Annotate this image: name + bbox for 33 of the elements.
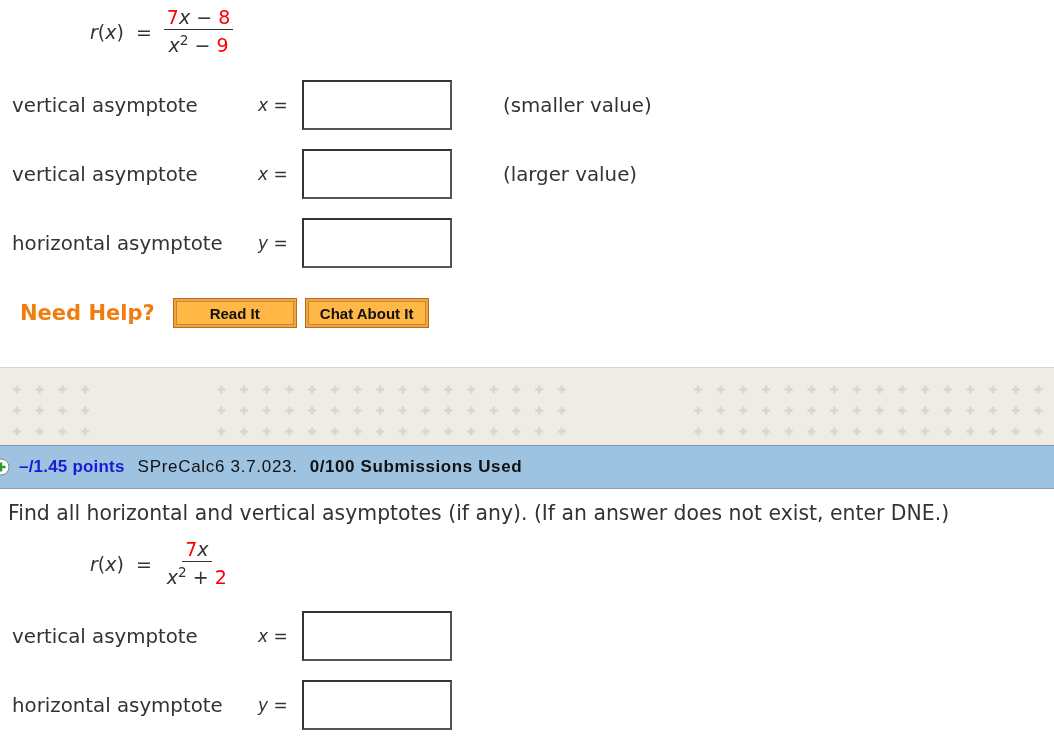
variable-label: x = (258, 164, 288, 184)
variable-label: y = (258, 695, 288, 715)
fraction-numerator: 7x − 8 (163, 6, 234, 30)
help-button[interactable]: Read It (172, 298, 297, 328)
answer-field[interactable] (302, 80, 452, 130)
equals-sign: = (135, 19, 152, 44)
help-button[interactable]: Chat About It (304, 298, 429, 328)
need-help-label: Need Help? (20, 301, 155, 325)
answer-label: vertical asymptote (12, 162, 198, 186)
answer-note: (larger value) (503, 162, 638, 186)
answer-label: vertical asymptote (12, 93, 198, 117)
answer-note: (smaller value) (503, 93, 652, 117)
variable-label: x = (258, 95, 288, 115)
plus-circle-icon[interactable] (0, 458, 10, 476)
function-label: r(x) (90, 19, 124, 44)
answer-field[interactable] (302, 149, 452, 199)
answer-label: horizontal asymptote (12, 693, 223, 717)
fraction-numerator: 7x (182, 538, 212, 562)
answer-label: vertical asymptote (12, 624, 198, 648)
fraction-denominator: x$^{2}$ + 2 (165, 563, 228, 589)
answer-field[interactable] (302, 611, 452, 661)
fraction-denominator: x$^{2}$ − 9 (167, 31, 230, 57)
submissions-count: 0/100 Submissions Used (309, 457, 523, 477)
answer-label: horizontal asymptote (12, 231, 223, 255)
question-source: SPreCalc6 3.7.023. (137, 457, 298, 477)
answer-field[interactable] (302, 680, 452, 730)
answer-field[interactable] (302, 218, 452, 268)
variable-label: y = (258, 233, 288, 253)
points-link[interactable]: –/1.45 points (19, 457, 125, 477)
equals-sign: = (135, 551, 152, 576)
question-prompt: Find all horizontal and vertical asymptotes (if any). (If an answer does not exist, enter DNE.) (8, 502, 951, 524)
variable-label: x = (258, 626, 288, 646)
function-label: r(x) (90, 551, 124, 576)
